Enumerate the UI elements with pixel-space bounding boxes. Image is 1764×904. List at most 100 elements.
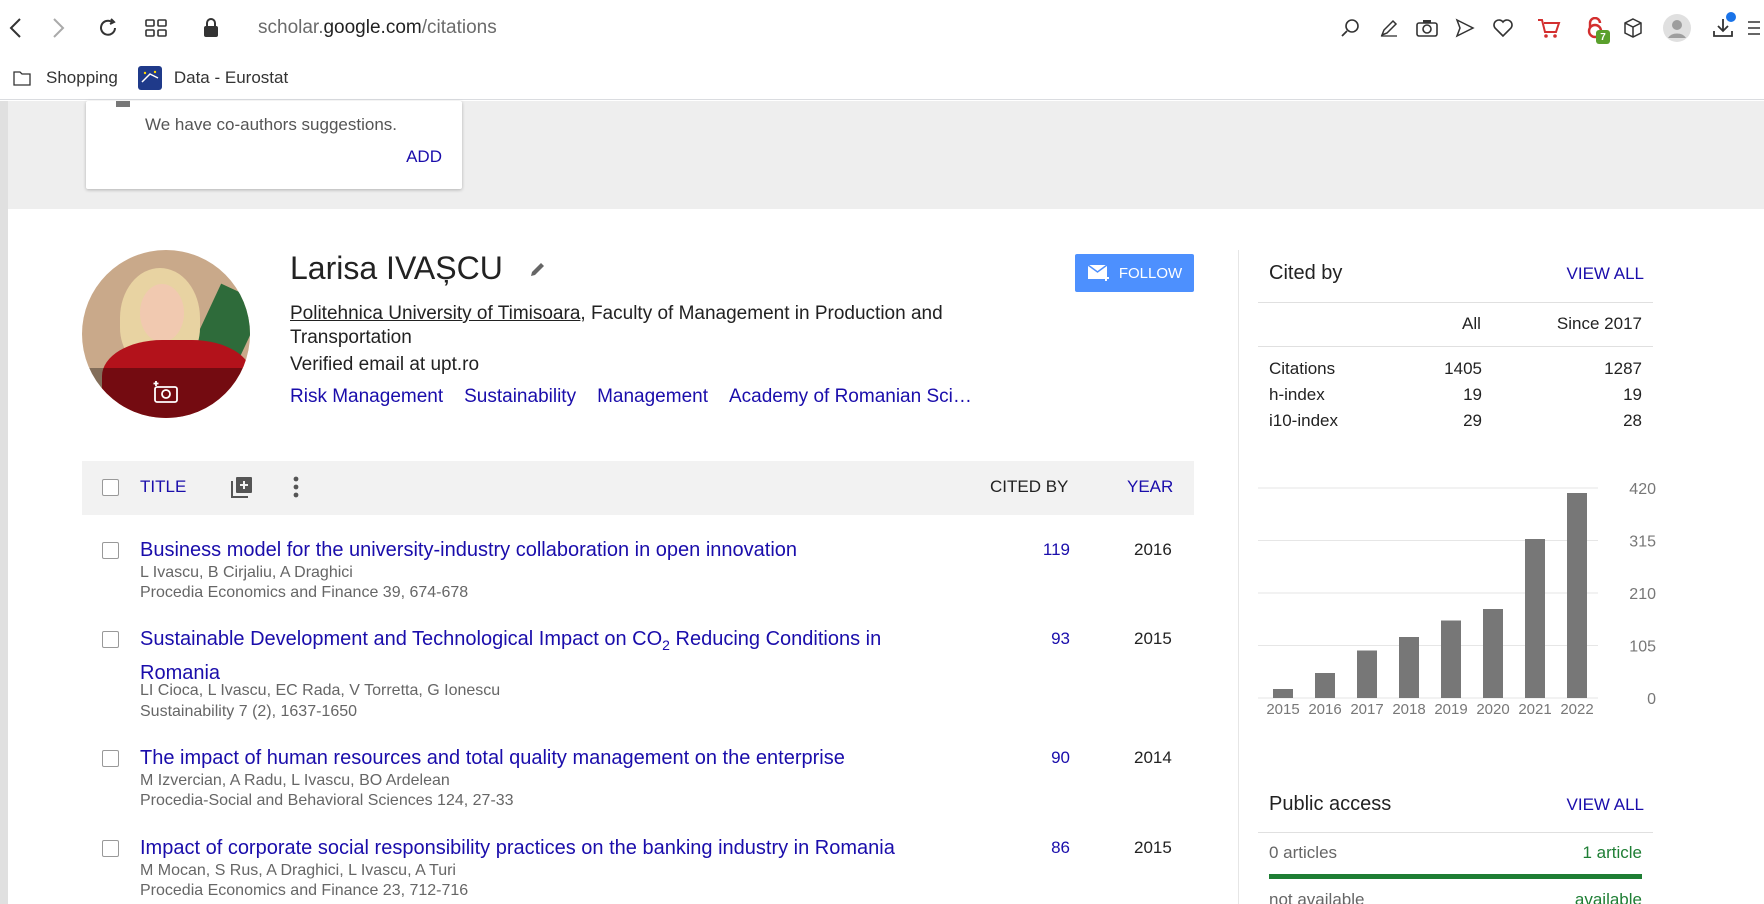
article-authors: M Izvercian, A Radu, L Ivascu, BO Ardele… — [140, 772, 450, 789]
x-tick-label: 2018 — [1392, 701, 1425, 718]
article-checkbox[interactable] — [102, 542, 119, 559]
chart-bar-2021[interactable] — [1525, 539, 1545, 698]
change-photo-icon[interactable] — [150, 378, 182, 406]
article-checkbox[interactable] — [102, 631, 119, 648]
edit-pencil-icon[interactable] — [527, 258, 549, 280]
add-article-icon[interactable] — [228, 473, 256, 501]
stat-label: Citations — [1269, 359, 1336, 378]
back-icon[interactable] — [0, 12, 32, 44]
chart-bar-2019[interactable] — [1441, 620, 1461, 699]
y-tick-label: 0 — [1647, 691, 1656, 708]
url-subdomain: scholar. — [258, 17, 324, 38]
bookmarks-bar: Shopping Data - Eurostat — [0, 56, 1764, 100]
public-access-title: Public access — [1269, 793, 1392, 815]
card-handle — [116, 101, 130, 107]
article-cited-by[interactable]: 93 — [1051, 629, 1070, 649]
profile-photo[interactable] — [82, 250, 250, 418]
public-access-unavailable-count: 0 articles — [1269, 843, 1338, 862]
article-title[interactable]: Impact of corporate social responsibilit… — [140, 834, 930, 862]
interest-sustainability[interactable]: Sustainability — [464, 386, 576, 408]
y-tick-label: 210 — [1629, 586, 1656, 603]
verified-email: Verified email at upt.ro — [290, 354, 480, 375]
y-tick-label: 105 — [1629, 639, 1656, 656]
cited-by-header: CITED BY — [990, 477, 1069, 496]
bookmark-eurostat-label: Data - Eurostat — [173, 67, 289, 87]
bookmark-shopping-label: Shopping — [46, 67, 118, 87]
box-icon[interactable] — [1614, 10, 1652, 46]
stat-all: 1405 — [1444, 359, 1482, 378]
chart-bar-2018[interactable] — [1399, 637, 1419, 698]
public-access-view-all[interactable]: VIEW ALL — [1567, 795, 1644, 815]
article-checkbox[interactable] — [102, 750, 119, 767]
camera-icon[interactable] — [1408, 10, 1446, 46]
cited-by-title: Cited by — [1269, 262, 1343, 284]
article-cited-by[interactable]: 119 — [1043, 540, 1070, 560]
stat-label: i10-index — [1269, 411, 1338, 430]
divider — [1258, 346, 1653, 347]
forward-icon[interactable] — [42, 12, 74, 44]
toolbar-right-icons: 7 — [1332, 10, 1764, 46]
table-row: Sustainable Development and Technologica… — [82, 625, 1194, 725]
follow-button[interactable]: FOLLOW — [1075, 254, 1194, 292]
article-publication: Procedia-Social and Behavioral Sciences … — [140, 792, 514, 809]
folder-icon — [10, 66, 34, 90]
university-link[interactable]: Politehnica University of Timisoara — [290, 303, 580, 324]
y-tick-label: 315 — [1629, 534, 1656, 551]
menu-icon[interactable] — [1742, 10, 1764, 46]
more-vert-icon[interactable] — [290, 473, 302, 501]
add-coauthors-button[interactable]: ADD — [406, 147, 442, 167]
reload-icon[interactable] — [92, 12, 124, 44]
article-cited-by[interactable]: 90 — [1051, 748, 1070, 768]
stat-since: 19 — [1623, 385, 1642, 404]
suggestion-text: We have co-authors suggestions. — [145, 115, 397, 134]
chart-bar-2017[interactable] — [1357, 650, 1377, 699]
article-title[interactable]: Sustainable Development and Technologica… — [140, 625, 930, 687]
address-bar[interactable]: scholar. google.com/citations — [196, 14, 497, 42]
send-icon[interactable] — [1446, 10, 1484, 46]
bookmark-eurostat[interactable]: Data - Eurostat — [137, 65, 289, 90]
profile-name-text: Larisa IVAȘCU — [290, 250, 503, 286]
x-tick-label: 2019 — [1434, 701, 1467, 718]
research-interests: Risk Management Sustainability Managemen… — [290, 386, 993, 408]
chart-bar-2015[interactable] — [1273, 689, 1293, 698]
chart-bar-2016[interactable] — [1315, 673, 1335, 698]
cited-by-view-all[interactable]: VIEW ALL — [1567, 264, 1644, 284]
table-row: Impact of corporate social responsibilit… — [82, 834, 1194, 904]
cart-icon[interactable] — [1530, 10, 1568, 46]
interest-management[interactable]: Management — [597, 386, 708, 408]
url-host: google.com — [323, 17, 422, 38]
tabs-grid-icon[interactable] — [140, 12, 172, 44]
extension-icon[interactable]: 7 — [1576, 10, 1614, 46]
profile-icon[interactable] — [1658, 10, 1696, 46]
follow-label: FOLLOW — [1118, 264, 1183, 282]
article-title[interactable]: Business model for the university-indust… — [140, 536, 930, 564]
article-checkbox[interactable] — [102, 840, 119, 857]
select-all-checkbox[interactable] — [102, 479, 119, 496]
article-publication: Procedia Economics and Finance 39, 674-6… — [140, 584, 469, 601]
download-icon[interactable] — [1704, 10, 1742, 46]
interest-academy[interactable]: Academy of Romanian Sci… — [729, 386, 972, 408]
article-title[interactable]: The impact of human resources and total … — [140, 744, 930, 772]
profile-affiliation: Politehnica University of Timisoara, Fac… — [290, 302, 990, 350]
stat-since: 1287 — [1604, 359, 1642, 378]
extension-badge: 7 — [1596, 30, 1610, 44]
public-access-available-label: available — [1574, 890, 1642, 904]
article-cited-by[interactable]: 86 — [1051, 838, 1070, 858]
column-divider — [1238, 250, 1239, 904]
chart-bar-2020[interactable] — [1483, 609, 1503, 698]
stat-all: 19 — [1463, 385, 1482, 404]
article-authors: LI Cioca, L Ivascu, EC Rada, V Torretta,… — [140, 682, 501, 699]
bookmark-shopping[interactable]: Shopping — [10, 66, 118, 90]
sort-by-title[interactable]: TITLE — [140, 477, 186, 497]
sort-by-year[interactable]: YEAR — [1127, 477, 1173, 497]
edit-icon[interactable] — [1370, 10, 1408, 46]
profile-name: Larisa IVAȘCU — [290, 250, 549, 287]
x-tick-label: 2016 — [1308, 701, 1341, 718]
chart-bar-2022[interactable] — [1567, 493, 1587, 698]
x-tick-label: 2017 — [1350, 701, 1383, 718]
article-year: 2014 — [1134, 748, 1172, 767]
zoom-icon[interactable] — [1332, 10, 1370, 46]
article-year: 2015 — [1134, 629, 1172, 648]
interest-risk-management[interactable]: Risk Management — [290, 386, 443, 408]
heart-icon[interactable] — [1484, 10, 1522, 46]
